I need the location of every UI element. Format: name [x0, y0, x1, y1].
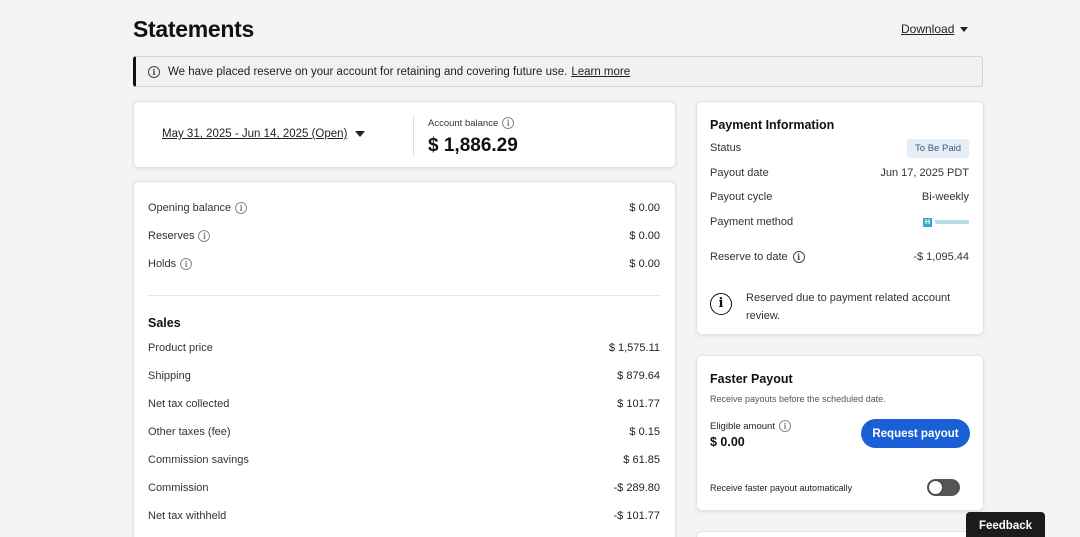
row-value: $ 61.85	[623, 454, 660, 466]
payment-method-row: Payment method H	[710, 214, 969, 230]
row-label: Payout date	[710, 167, 769, 179]
row-label: Product price	[148, 342, 213, 354]
payout-date-row: Payout date Jun 17, 2025 PDT	[710, 165, 969, 181]
row-value: -$ 101.77	[613, 510, 660, 522]
learn-more-link[interactable]: Learn more	[571, 66, 630, 78]
sales-row: Net tax withheld -$ 101.77	[148, 508, 660, 524]
toggle-knob	[928, 480, 943, 495]
row-label: Payout cycle	[710, 191, 773, 203]
request-payout-button[interactable]: Request payout	[861, 419, 970, 448]
row-value: $ 0.00	[629, 230, 660, 242]
row-value: Jun 17, 2025 PDT	[880, 167, 969, 179]
row-label: Net tax withheld	[148, 510, 227, 522]
date-range-label: May 31, 2025 - Jun 14, 2025 (Open)	[162, 128, 348, 140]
payout-cycle-row: Payout cycle Bi-weekly	[710, 189, 969, 205]
info-icon[interactable]: i	[235, 202, 248, 214]
date-range-selector[interactable]: May 31, 2025 - Jun 14, 2025 (Open)	[162, 128, 366, 140]
status-row: Status To Be Paid	[710, 138, 969, 158]
ledger-row-holds: Holds i $ 0.00	[148, 256, 660, 272]
info-icon[interactable]: i	[778, 420, 791, 432]
row-value: -$ 1,095.44	[913, 251, 969, 263]
divider	[148, 295, 660, 296]
payment-provider-logo-icon: H	[923, 217, 969, 227]
download-dropdown[interactable]: Download	[901, 22, 969, 36]
caret-down-icon	[960, 26, 969, 32]
caret-down-icon	[355, 131, 366, 137]
account-balance-label: Account balance i	[428, 117, 515, 129]
row-label: Status	[710, 142, 742, 154]
auto-payout-label: Receive faster payout automatically	[710, 483, 853, 493]
eligible-amount-label-text: Eligible amount	[710, 420, 775, 432]
row-value: $ 879.64	[617, 370, 660, 382]
account-balance-value: $ 1,886.29	[428, 135, 518, 156]
row-label: Net tax collected	[148, 398, 230, 410]
row-label: Opening balance	[148, 202, 232, 214]
faster-payout-subtitle: Receive payouts before the scheduled dat…	[710, 394, 886, 404]
next-card	[696, 531, 984, 537]
sales-row: Net tax collected $ 101.77	[148, 396, 660, 412]
notice-text: We have placed reserve on your account f…	[168, 65, 568, 78]
balance-card: May 31, 2025 - Jun 14, 2025 (Open) Accou…	[133, 101, 676, 168]
status-badge: To Be Paid	[907, 138, 969, 158]
sales-row: Other taxes (fee) $ 0.15	[148, 424, 660, 440]
info-icon[interactable]: i	[792, 251, 805, 263]
download-label: Download	[901, 22, 955, 36]
row-value: $ 0.00	[629, 202, 660, 214]
info-circle-icon: i	[710, 293, 732, 315]
ledger-card: Opening balance i $ 0.00 Reserves i $ 0.00…	[133, 181, 676, 537]
page-title: Statements	[133, 16, 254, 42]
reserve-note: i Reserved due to payment related accoun…	[710, 289, 968, 325]
row-value: $ 0.15	[629, 426, 660, 438]
payment-info-title: Payment Information	[710, 118, 835, 132]
row-label: Reserve to date	[710, 251, 788, 263]
row-label: Reserves	[148, 230, 195, 242]
row-value: Bi-weekly	[921, 191, 969, 203]
reserve-note-text: Reserved due to payment related account …	[746, 292, 951, 322]
sales-row: Product price $ 1,575.11	[148, 340, 660, 356]
row-value: $ 101.77	[617, 398, 660, 410]
sales-section-title: Sales	[148, 316, 181, 330]
ledger-row-reserves: Reserves i $ 0.00	[148, 228, 660, 244]
faster-payout-card: Faster Payout Receive payouts before the…	[696, 355, 984, 511]
row-value: -$ 289.80	[613, 482, 660, 494]
divider	[413, 116, 414, 156]
reserve-notice-banner: i We have placed reserve on your account…	[133, 56, 983, 87]
account-balance-label-text: Account balance	[428, 117, 499, 129]
row-label: Payment method	[710, 216, 794, 228]
row-value: $ 1,575.11	[608, 342, 660, 354]
sales-row: Commission -$ 289.80	[148, 480, 660, 496]
row-label: Holds	[148, 258, 177, 270]
row-label: Commission savings	[148, 454, 249, 466]
sales-row: Commission savings $ 61.85	[148, 452, 660, 468]
row-label: Commission	[148, 482, 209, 494]
sales-row: Shipping $ 879.64	[148, 368, 660, 384]
info-icon[interactable]: i	[180, 258, 193, 270]
faster-payout-title: Faster Payout	[710, 372, 793, 386]
eligible-amount-label: Eligible amount i	[710, 420, 791, 432]
row-label: Shipping	[148, 370, 191, 382]
ledger-row-opening-balance: Opening balance i $ 0.00	[148, 200, 660, 216]
row-value: $ 0.00	[629, 258, 660, 270]
feedback-button[interactable]: Feedback	[966, 512, 1045, 537]
reserve-to-date-row: Reserve to date i -$ 1,095.44	[710, 249, 969, 265]
info-icon: i	[148, 65, 160, 78]
row-label: Other taxes (fee)	[148, 426, 231, 438]
payment-information-card: Payment Information Status To Be Paid Pa…	[696, 101, 984, 335]
eligible-amount-value: $ 0.00	[710, 435, 745, 449]
statements-page: Statements Download i We have placed res…	[0, 0, 1080, 537]
info-icon[interactable]: i	[198, 230, 211, 242]
info-icon[interactable]: i	[502, 117, 515, 129]
auto-payout-toggle[interactable]	[927, 479, 960, 496]
